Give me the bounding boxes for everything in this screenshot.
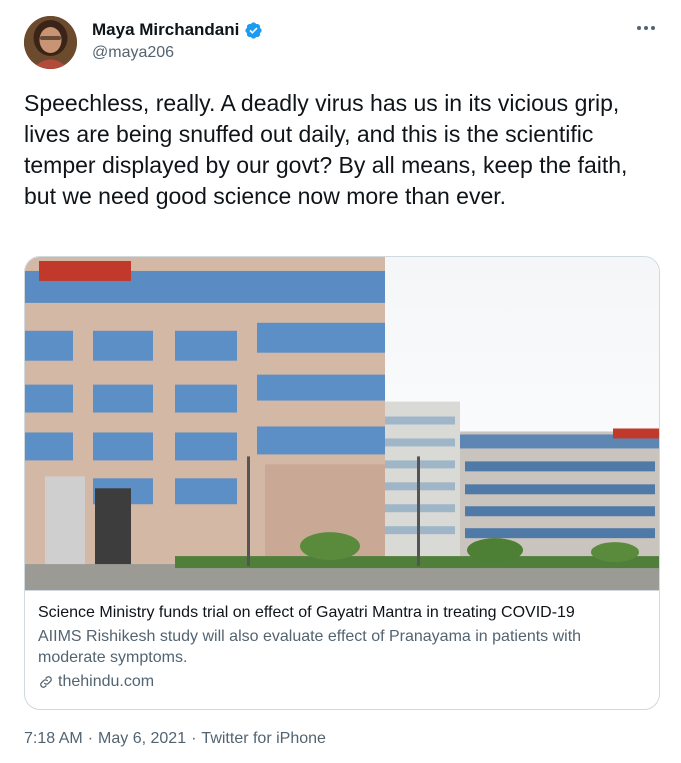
meta-separator: · — [191, 730, 197, 747]
card-domain[interactable]: thehindu.com — [58, 673, 154, 691]
tweet-source[interactable]: Twitter for iPhone — [201, 730, 326, 748]
author-name-row: Maya Mirchandani — [92, 20, 263, 40]
card-title[interactable]: Science Ministry funds trial on effect o… — [38, 603, 648, 623]
tweet-time[interactable]: 7:18 AM — [24, 730, 83, 748]
tweet-metadata: 7:18 AM · May 6, 2021 · Twitter for iPho… — [24, 730, 326, 748]
card-domain-row: thehindu.com — [38, 673, 648, 691]
card-image — [25, 257, 659, 591]
link-icon — [38, 674, 54, 690]
verified-badge-icon — [244, 21, 263, 40]
tweet-text: Speechless, really. A deadly virus has u… — [24, 90, 628, 209]
link-card[interactable]: Science Ministry funds trial on effect o… — [24, 256, 660, 710]
meta-separator: · — [87, 730, 94, 747]
card-body: Science Ministry funds trial on effect o… — [38, 603, 648, 691]
author-handle[interactable]: @maya206 — [92, 44, 174, 62]
more-options-icon[interactable] — [631, 16, 661, 40]
author-display-name[interactable]: Maya Mirchandani — [92, 20, 239, 40]
tweet: Maya Mirchandani @maya206 Speechless, re… — [0, 0, 681, 763]
avatar[interactable] — [24, 16, 77, 69]
tweet-date[interactable]: May 6, 2021 — [98, 730, 186, 748]
card-description: AIIMS Rishikesh study will also evaluate… — [38, 628, 582, 666]
